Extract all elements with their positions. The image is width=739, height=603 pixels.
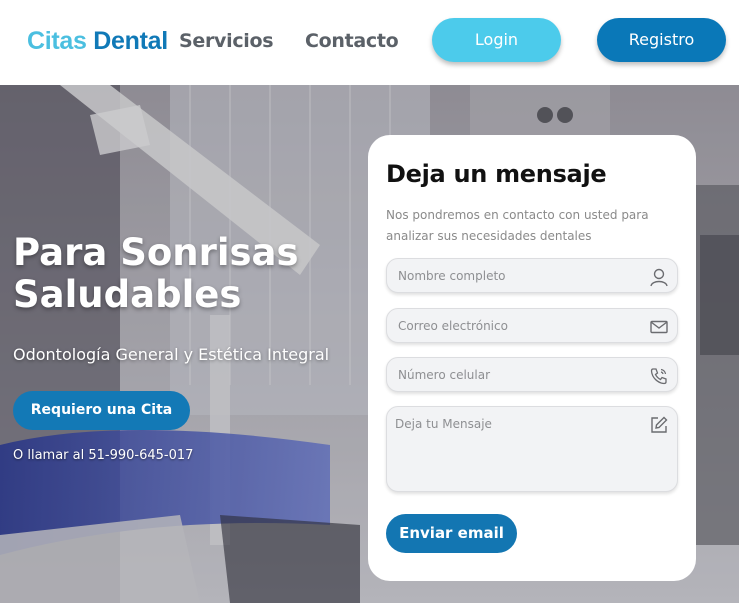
hero-title: Para Sonrisas Saludables <box>13 231 299 316</box>
logo[interactable]: Citas Dental <box>27 27 168 56</box>
name-input[interactable] <box>387 259 677 292</box>
request-appointment-button[interactable]: Requiero una Cita <box>13 391 190 430</box>
send-email-button[interactable]: Enviar email <box>386 514 517 553</box>
phone-field <box>386 357 678 392</box>
message-field <box>386 406 678 492</box>
contact-form-title: Deja un mensaje <box>386 160 607 188</box>
phone-icon <box>650 368 667 385</box>
contact-form-description: Nos pondremos en contacto con usted para… <box>386 208 649 243</box>
user-icon <box>650 268 668 287</box>
login-button[interactable]: Login <box>432 18 561 62</box>
register-button[interactable]: Registro <box>597 18 726 62</box>
hero-subtitle: Odontología General y Estética Integral <box>13 345 330 364</box>
email-input[interactable] <box>387 309 677 342</box>
header: Citas Dental Servicios Contacto Login Re… <box>0 0 739 85</box>
edit-icon <box>651 416 668 433</box>
nav-servicios[interactable]: Servicios <box>179 30 274 52</box>
email-field <box>386 308 678 343</box>
message-textarea[interactable] <box>387 407 677 491</box>
phone-input[interactable] <box>387 358 677 391</box>
envelope-icon <box>650 320 668 334</box>
logo-part-dental: Dental <box>93 27 168 55</box>
logo-part-citas: Citas <box>27 27 87 55</box>
nav-contacto[interactable]: Contacto <box>305 30 399 52</box>
name-field <box>386 258 678 293</box>
hero-phone-text: O llamar al 51-990-645-017 <box>13 448 194 463</box>
contact-form-card: Deja un mensaje Nos pondremos en contact… <box>368 135 696 581</box>
